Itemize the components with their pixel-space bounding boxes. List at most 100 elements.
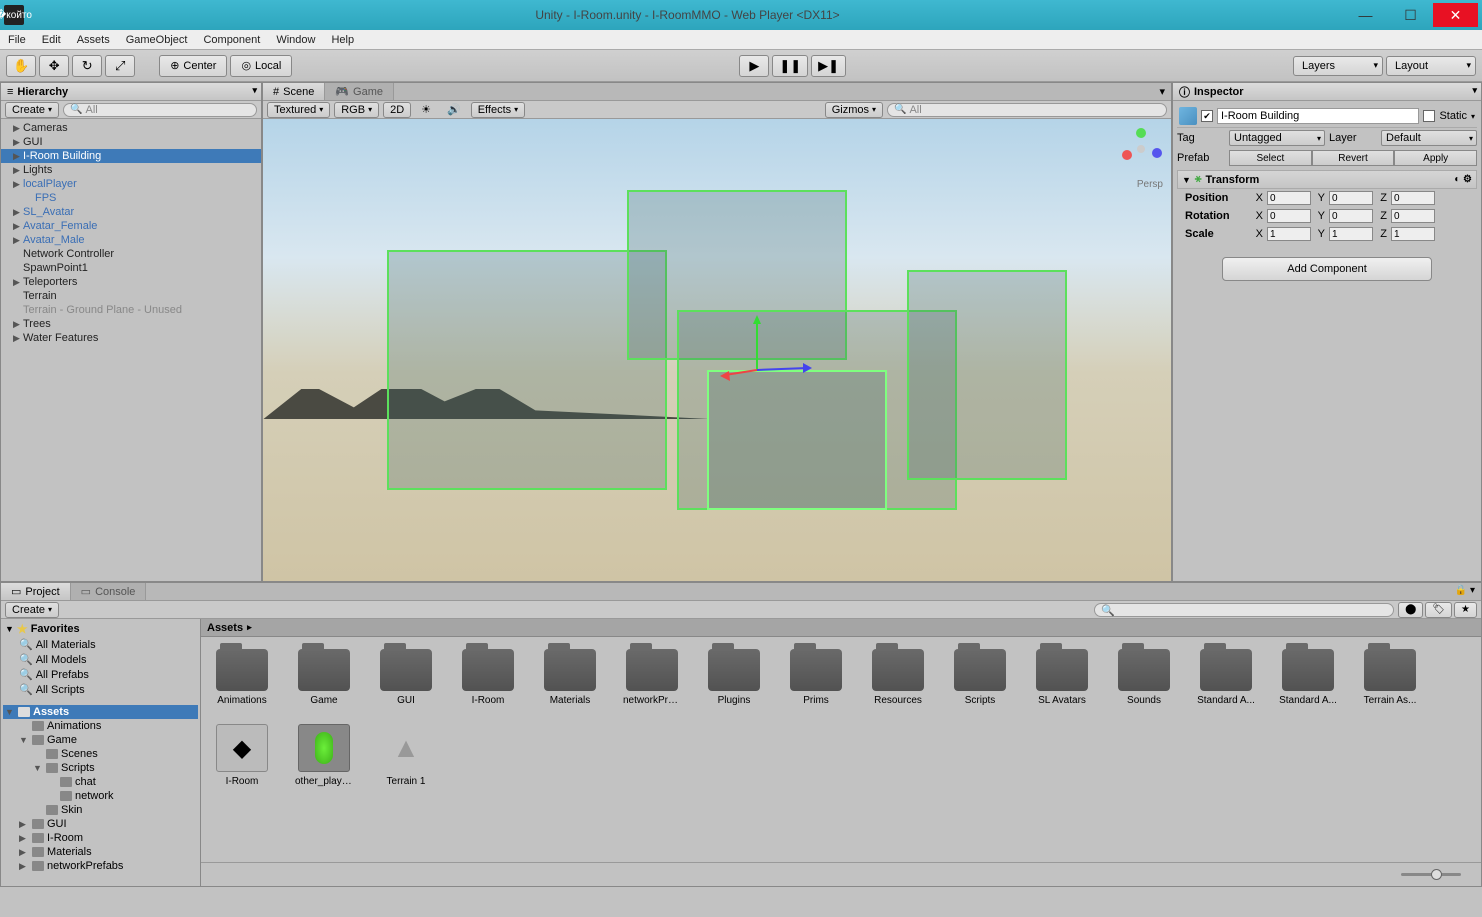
asset-item[interactable]: Plugins bbox=[705, 649, 763, 706]
menu-help[interactable]: Help bbox=[331, 34, 354, 46]
step-button[interactable]: ▶❚ bbox=[811, 55, 846, 77]
rotation-z-input[interactable] bbox=[1391, 209, 1435, 223]
scale-tool-button[interactable]: ⤢ bbox=[105, 55, 135, 77]
tree-item[interactable]: ▶GUI bbox=[3, 817, 198, 831]
scale-y-input[interactable] bbox=[1329, 227, 1373, 241]
asset-item[interactable]: Materials bbox=[541, 649, 599, 706]
hierarchy-item[interactable]: ▶Water Features bbox=[1, 331, 261, 345]
menu-window[interactable]: Window bbox=[276, 34, 315, 46]
gameobject-active-checkbox[interactable]: ✔ bbox=[1201, 110, 1213, 122]
layer-dropdown[interactable]: Default bbox=[1381, 130, 1477, 146]
position-y-input[interactable] bbox=[1329, 191, 1373, 205]
search-filter-icon[interactable]: ⬤ bbox=[1398, 602, 1423, 618]
menu-component[interactable]: Component bbox=[203, 34, 260, 46]
tree-item[interactable]: network bbox=[3, 789, 198, 803]
position-x-input[interactable] bbox=[1267, 191, 1311, 205]
console-tab[interactable]: ▭ Console bbox=[71, 583, 147, 600]
hierarchy-item[interactable]: ▶Teleporters bbox=[1, 275, 261, 289]
position-z-input[interactable] bbox=[1391, 191, 1435, 205]
tree-item[interactable]: Skin bbox=[3, 803, 198, 817]
favorite-item[interactable]: 🔍All Scripts bbox=[3, 682, 198, 697]
tree-item[interactable]: chat bbox=[3, 775, 198, 789]
scale-z-input[interactable] bbox=[1391, 227, 1435, 241]
move-gizmo-icon[interactable] bbox=[717, 310, 837, 400]
close-button[interactable]: ✕ bbox=[1433, 3, 1478, 27]
asset-item[interactable]: Prims bbox=[787, 649, 845, 706]
search-label-icon[interactable]: 🏷 bbox=[1425, 602, 1452, 618]
gizmos-dropdown[interactable]: Gizmos ▾ bbox=[825, 102, 883, 118]
asset-grid[interactable]: AnimationsGameGUII-RoomMaterialsnetworkP… bbox=[201, 637, 1481, 862]
favorite-item[interactable]: 🔍All Materials bbox=[3, 637, 198, 652]
audio-toggle-icon[interactable]: 🔊 bbox=[441, 102, 467, 117]
asset-item[interactable]: Standard A... bbox=[1279, 649, 1337, 706]
asset-item[interactable]: Standard A... bbox=[1197, 649, 1255, 706]
asset-item[interactable]: networkPre... bbox=[623, 649, 681, 706]
static-checkbox[interactable] bbox=[1423, 110, 1435, 122]
asset-item[interactable]: other_playe... bbox=[295, 724, 353, 787]
menu-file[interactable]: File bbox=[8, 34, 26, 46]
scene-tab[interactable]: # Scene bbox=[263, 83, 325, 100]
project-tab[interactable]: ▭ Project bbox=[1, 583, 71, 600]
hierarchy-create-button[interactable]: Create ▾ bbox=[5, 102, 59, 118]
asset-item[interactable]: Game bbox=[295, 649, 353, 706]
hierarchy-item[interactable]: Terrain - Ground Plane - Unused bbox=[1, 303, 261, 317]
hierarchy-tab[interactable]: ≡ Hierarchy▾ bbox=[1, 83, 261, 101]
layout-dropdown[interactable]: Layout bbox=[1386, 56, 1476, 76]
hierarchy-item[interactable]: ▶Trees bbox=[1, 317, 261, 331]
hierarchy-item[interactable]: ▶Lights bbox=[1, 163, 261, 177]
scene-search-input[interactable]: 🔍All bbox=[887, 103, 1167, 117]
rotate-tool-button[interactable]: ↻ bbox=[72, 55, 102, 77]
hierarchy-item[interactable]: ▶Avatar_Female bbox=[1, 219, 261, 233]
add-component-button[interactable]: Add Component bbox=[1222, 257, 1432, 281]
prefab-revert-button[interactable]: Revert bbox=[1312, 150, 1395, 166]
layers-dropdown[interactable]: Layers bbox=[1293, 56, 1383, 76]
orientation-gizmo-icon[interactable] bbox=[1117, 125, 1165, 173]
assets-root-item[interactable]: ▼Assets bbox=[3, 705, 198, 719]
2d-toggle-button[interactable]: 2D bbox=[383, 102, 411, 118]
search-save-icon[interactable]: ★ bbox=[1454, 602, 1477, 618]
menu-assets[interactable]: Assets bbox=[77, 34, 110, 46]
hand-tool-button[interactable]: ✋ bbox=[6, 55, 36, 77]
panel-lock-icon[interactable]: 🔒 ▾ bbox=[1449, 583, 1481, 600]
shading-mode-dropdown[interactable]: Textured ▾ bbox=[267, 102, 330, 118]
tree-item[interactable]: Animations bbox=[3, 719, 198, 733]
scale-x-input[interactable] bbox=[1267, 227, 1311, 241]
hierarchy-item[interactable]: ▶SL_Avatar bbox=[1, 205, 261, 219]
move-tool-button[interactable]: ✥ bbox=[39, 55, 69, 77]
hierarchy-item[interactable]: ▶Avatar_Male bbox=[1, 233, 261, 247]
project-search-input[interactable]: 🔍 bbox=[1094, 603, 1394, 617]
render-mode-dropdown[interactable]: RGB ▾ bbox=[334, 102, 379, 118]
lighting-toggle-icon[interactable]: ☀ bbox=[415, 102, 437, 117]
hierarchy-item[interactable]: ▶I-Room Building bbox=[1, 149, 261, 163]
tree-item[interactable]: ▶I-Room bbox=[3, 831, 198, 845]
asset-item[interactable]: ▲Terrain 1 bbox=[377, 724, 435, 787]
pivot-center-button[interactable]: ⊕ Center bbox=[159, 55, 227, 77]
tag-dropdown[interactable]: Untagged bbox=[1229, 130, 1325, 146]
asset-item[interactable]: Scripts bbox=[951, 649, 1009, 706]
pivot-local-button[interactable]: ◎ Local bbox=[230, 55, 292, 77]
project-create-button[interactable]: Create ▾ bbox=[5, 602, 59, 618]
game-tab[interactable]: 🎮 Game bbox=[325, 83, 394, 100]
hierarchy-item[interactable]: ▶Cameras bbox=[1, 121, 261, 135]
asset-item[interactable]: GUI bbox=[377, 649, 435, 706]
project-tree[interactable]: ▼★Favorites 🔍All Materials🔍All Models🔍Al… bbox=[1, 619, 201, 886]
scene-viewport[interactable]: Persp bbox=[263, 119, 1171, 581]
hierarchy-item[interactable]: Terrain bbox=[1, 289, 261, 303]
maximize-button[interactable]: ☐ bbox=[1388, 3, 1433, 27]
thumbnail-size-slider[interactable] bbox=[1401, 873, 1461, 876]
gameobject-name-input[interactable] bbox=[1217, 108, 1419, 124]
rotation-x-input[interactable] bbox=[1267, 209, 1311, 223]
tree-item[interactable]: ▼Game bbox=[3, 733, 198, 747]
tree-item[interactable]: ▶Materials bbox=[3, 845, 198, 859]
asset-item[interactable]: Resources bbox=[869, 649, 927, 706]
minimize-button[interactable]: — bbox=[1343, 3, 1388, 27]
prefab-apply-button[interactable]: Apply bbox=[1394, 150, 1477, 166]
effects-dropdown[interactable]: Effects ▾ bbox=[471, 102, 525, 118]
tree-item[interactable]: ▶networkPrefabs bbox=[3, 859, 198, 873]
tree-item[interactable]: Scenes bbox=[3, 747, 198, 761]
inspector-tab[interactable]: ⓘ Inspector▾ bbox=[1173, 83, 1481, 101]
hierarchy-item[interactable]: SpawnPoint1 bbox=[1, 261, 261, 275]
prefab-select-button[interactable]: Select bbox=[1229, 150, 1312, 166]
hierarchy-list[interactable]: ▶Cameras▶GUI▶I-Room Building▶Lights▶loca… bbox=[1, 119, 261, 581]
favorite-item[interactable]: 🔍All Prefabs bbox=[3, 667, 198, 682]
